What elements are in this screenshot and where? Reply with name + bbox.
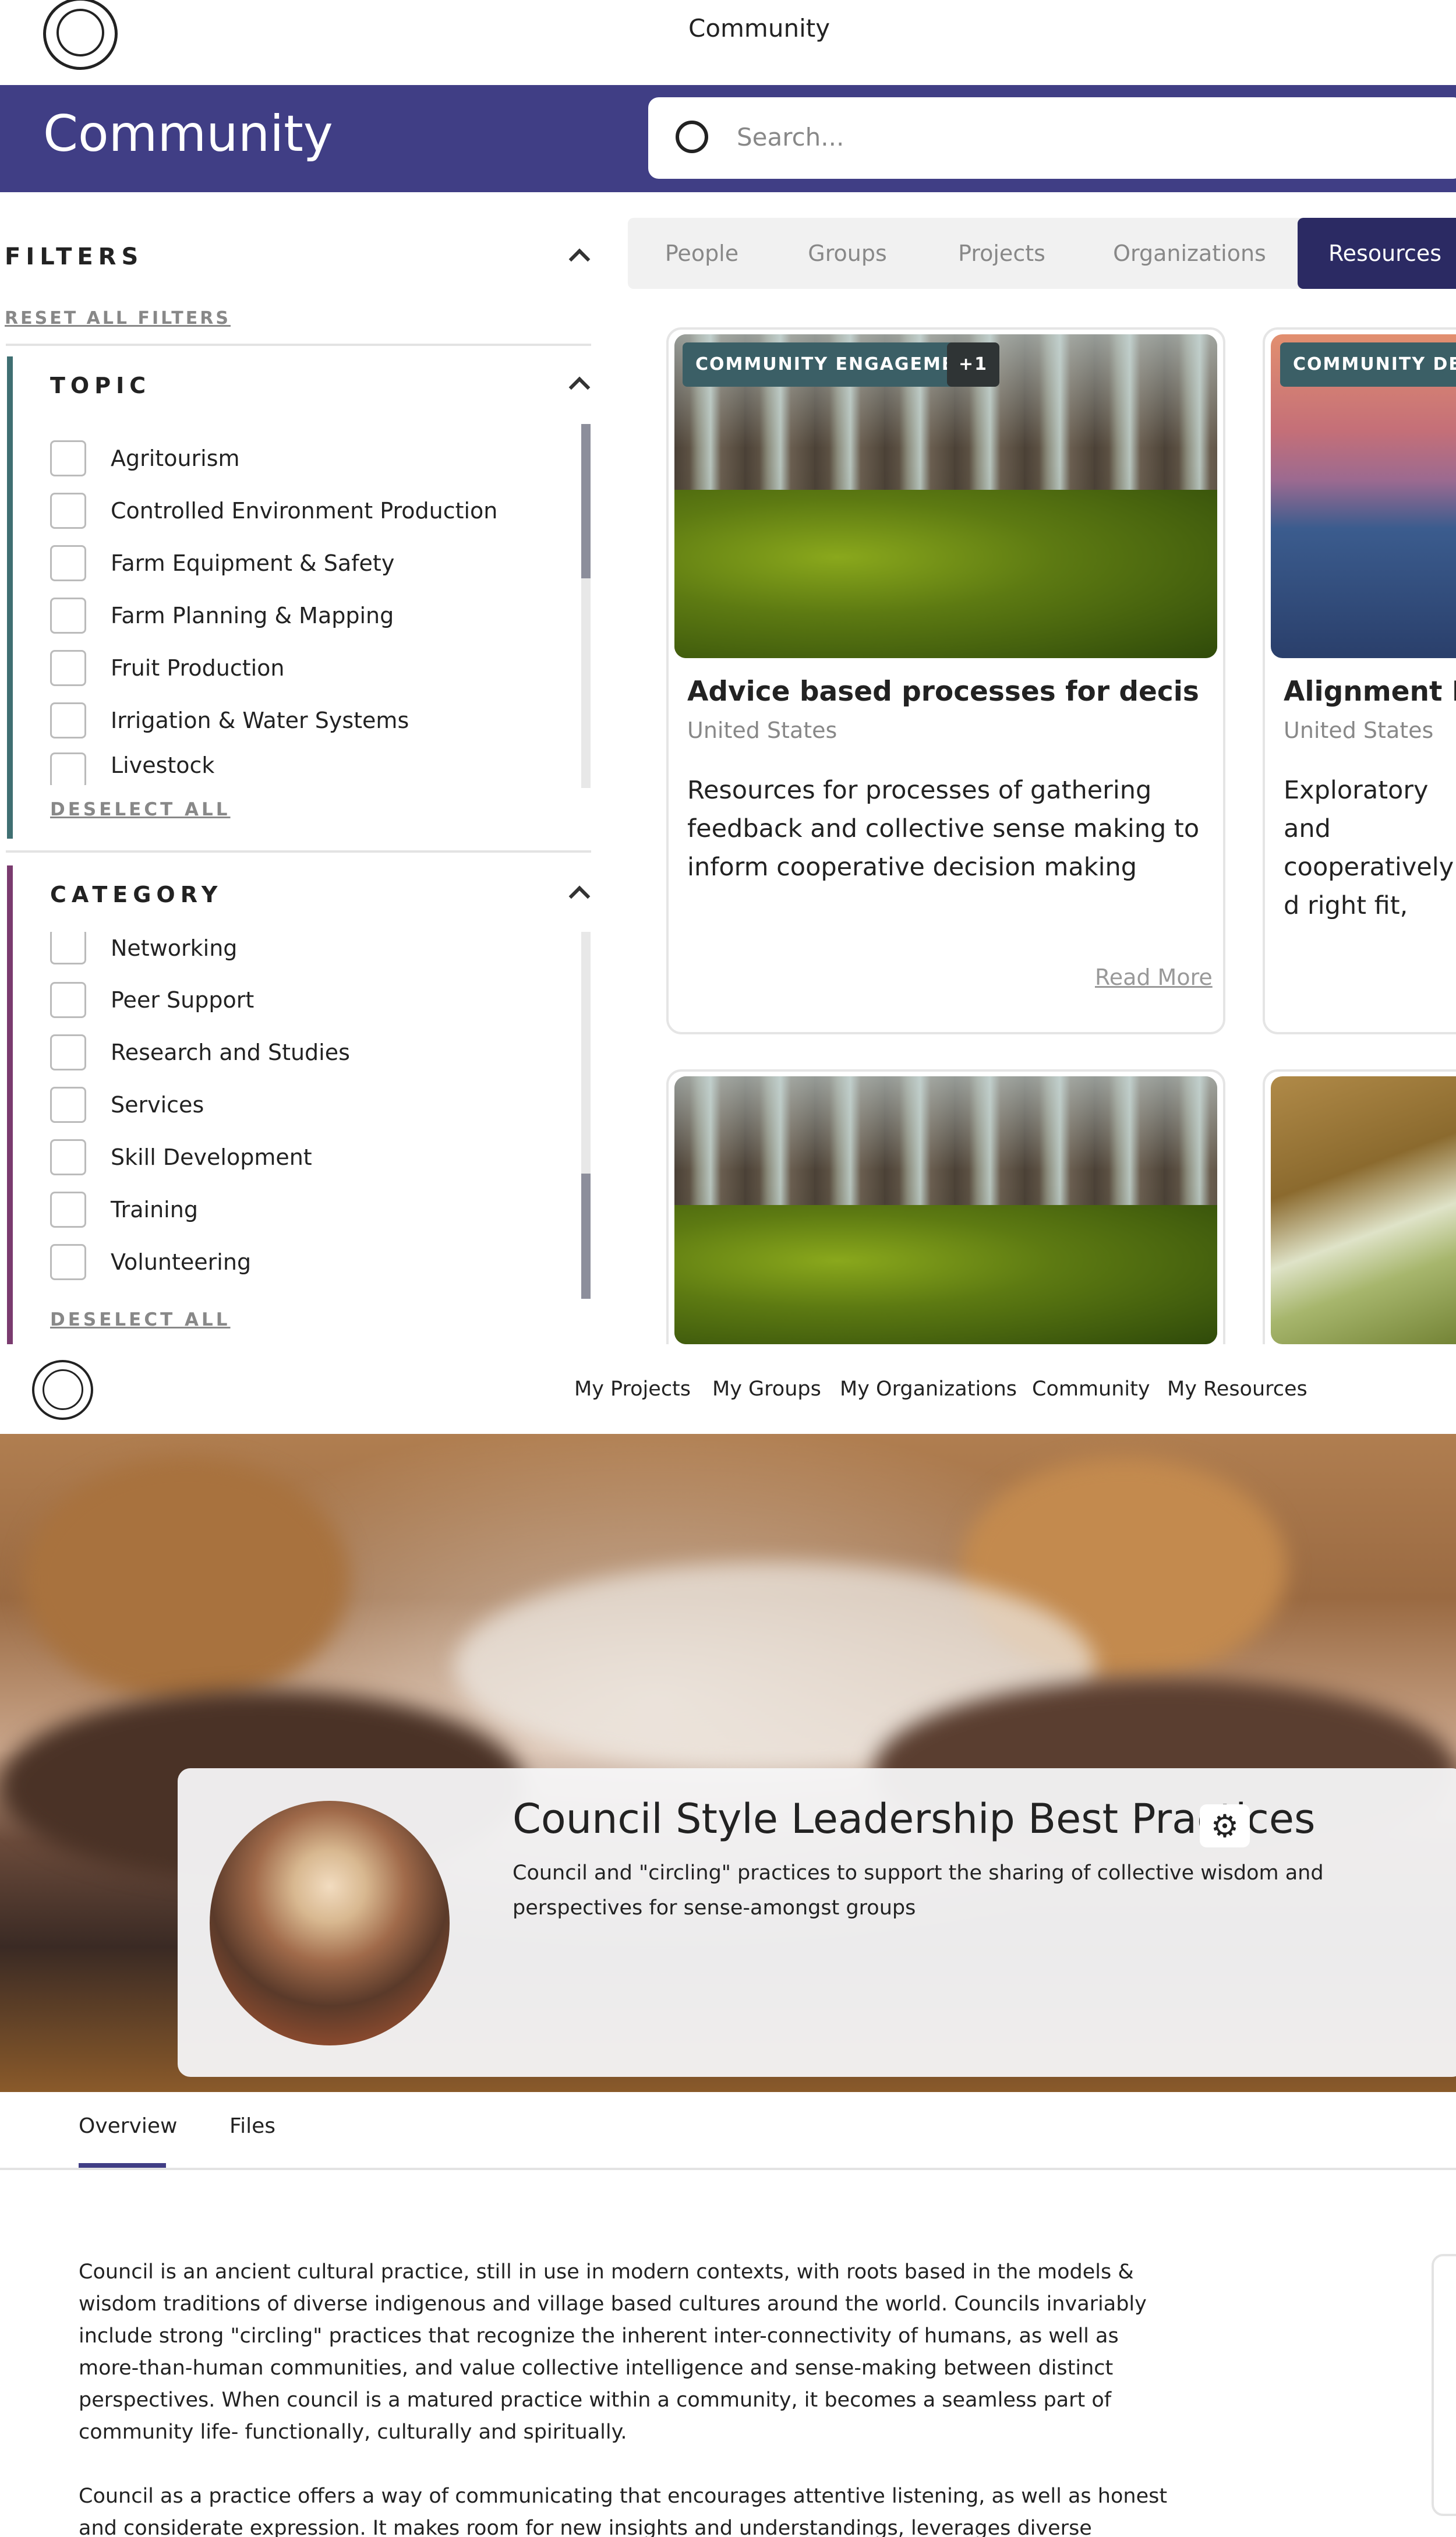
topic-scrollbar-thumb[interactable] — [581, 424, 591, 578]
category-accent-bar — [7, 865, 13, 1344]
active-tab-indicator — [79, 2163, 166, 2168]
card-location: United States — [687, 718, 837, 743]
category-option[interactable]: Skill Development — [50, 1137, 312, 1178]
category-option[interactable]: Networking — [50, 932, 237, 964]
card-title[interactable]: Advice based processes for decision ma..… — [687, 676, 1200, 708]
category-option[interactable]: Peer Support — [50, 980, 254, 1020]
nav-community[interactable]: Community — [1032, 1377, 1150, 1401]
filters-title: FILTERS — [5, 243, 144, 270]
topic-accent-bar — [7, 356, 13, 839]
resource-avatar — [210, 1801, 450, 2045]
nav-my-groups[interactable]: My Groups — [712, 1377, 821, 1401]
card-title[interactable]: Alignment Pro — [1284, 676, 1456, 708]
resource-description: Council and "circling" practices to supp… — [513, 1861, 1324, 1920]
nav-my-resources[interactable]: My Resources — [1167, 1377, 1307, 1401]
card-image — [1271, 1076, 1456, 1344]
checkbox[interactable] — [50, 1087, 86, 1123]
category-option[interactable]: Services — [50, 1084, 204, 1125]
extra-category-badge: +1 — [947, 342, 1000, 387]
category-badge: COMMUNITY DECISI — [1280, 342, 1456, 387]
tab-groups[interactable]: Groups — [792, 218, 903, 289]
checkbox[interactable] — [50, 440, 86, 476]
category-deselect-all-link[interactable]: DESELECT ALL — [50, 1309, 231, 1330]
topic-deselect-all-link[interactable]: DESELECT ALL — [50, 799, 231, 820]
category-title: CATEGORY — [50, 882, 223, 907]
settings-button[interactable]: ⚙ — [1200, 1804, 1250, 1847]
read-more-link[interactable]: Read More — [1095, 964, 1213, 990]
checkbox[interactable] — [50, 650, 86, 686]
card-description: Exploratory and cooperatively d right fi… — [1284, 776, 1454, 920]
checkbox[interactable] — [50, 1139, 86, 1175]
divider — [6, 344, 591, 346]
category-option[interactable]: Training — [50, 1189, 198, 1230]
tab-divider — [0, 2168, 1456, 2170]
topic-option[interactable]: Livestock — [50, 752, 214, 785]
search-icon — [676, 121, 708, 153]
category-collapse-chevron-icon[interactable] — [568, 885, 591, 907]
page: { "top_nav": {"title": "Community"}, "ba… — [0, 0, 1456, 2537]
top-nav-title: Community — [688, 14, 831, 43]
topic-option[interactable]: Farm Planning & Mapping — [50, 595, 394, 636]
card-image — [674, 1076, 1217, 1344]
checkbox[interactable] — [50, 1034, 86, 1070]
nav-my-organizations[interactable]: My Organizations — [840, 1377, 1017, 1401]
checkbox[interactable] — [50, 1192, 86, 1228]
topic-option[interactable]: Farm Equipment & Safety — [50, 543, 394, 584]
side-panel — [1432, 2254, 1456, 2516]
topic-collapse-chevron-icon[interactable] — [568, 376, 591, 398]
category-option[interactable]: Volunteering — [50, 1242, 251, 1282]
divider — [6, 850, 591, 853]
topic-option[interactable]: Fruit Production — [50, 648, 285, 688]
checkbox[interactable] — [50, 598, 86, 634]
checkbox[interactable] — [50, 493, 86, 529]
logo-icon[interactable] — [43, 0, 118, 70]
category-option[interactable]: Research and Studies — [50, 1032, 350, 1073]
tab-files[interactable]: Files — [229, 2114, 275, 2138]
tab-organizations[interactable]: Organizations — [1098, 218, 1281, 289]
topic-option[interactable]: Irrigation & Water Systems — [50, 700, 409, 741]
search-input[interactable] — [737, 116, 1436, 157]
reset-all-filters-link[interactable]: RESET ALL FILTERS — [5, 308, 231, 328]
topic-option[interactable]: Controlled Environment Production — [50, 490, 497, 531]
tab-projects[interactable]: Projects — [943, 218, 1060, 289]
nav-my-projects[interactable]: My Projects — [574, 1377, 691, 1401]
topic-title: TOPIC — [50, 373, 151, 398]
overview-paragraph: Council is an ancient cultural practice,… — [79, 2260, 1147, 2444]
checkbox[interactable] — [50, 752, 86, 785]
page-title: Community — [43, 105, 333, 163]
gear-icon: ⚙ — [1210, 1807, 1239, 1845]
category-scrollbar-thumb[interactable] — [581, 1174, 591, 1299]
checkbox[interactable] — [50, 982, 86, 1018]
tab-overview[interactable]: Overview — [79, 2114, 178, 2138]
card-location: United States — [1284, 718, 1434, 743]
checkbox[interactable] — [50, 545, 86, 581]
logo-icon[interactable] — [32, 1360, 93, 1420]
checkbox[interactable] — [50, 932, 86, 964]
checkbox[interactable] — [50, 702, 86, 739]
resource-title: Council Style Leadership Best Practices — [513, 1795, 1316, 1843]
topic-option[interactable]: Agritourism — [50, 438, 240, 479]
overview-paragraph: Council as a practice offers a way of co… — [79, 2485, 1168, 2537]
checkbox[interactable] — [50, 1244, 86, 1280]
tab-resources[interactable]: Resources — [1298, 218, 1456, 289]
filters-collapse-chevron-icon[interactable] — [568, 248, 591, 270]
tab-people[interactable]: People — [646, 218, 757, 289]
card-description: Resources for processes of gathering fee… — [687, 776, 1200, 882]
